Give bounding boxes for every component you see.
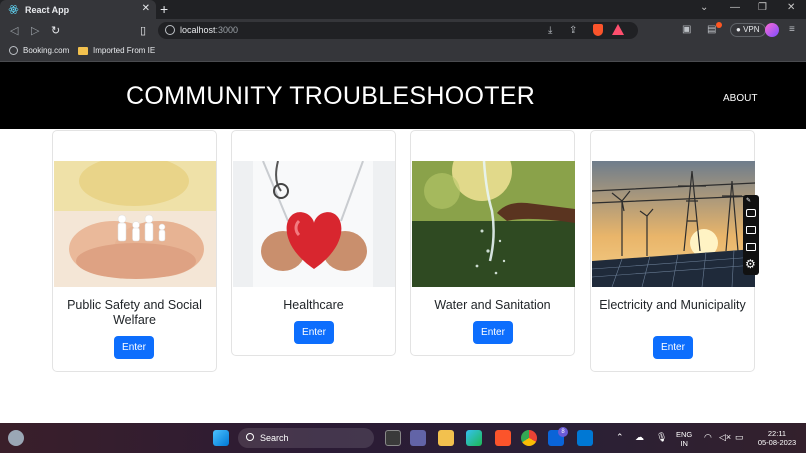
brave-rewards-icon[interactable]	[612, 24, 624, 35]
windows-taskbar: Search 8 ⌃ ☁ 🎙 ENG IN ◠ ◁× ▭ 22:11 05-08…	[0, 423, 806, 453]
vpn-label: VPN	[743, 25, 760, 34]
card-image-doctor-heart	[233, 161, 395, 287]
browser-tab-bar: React App ✕ + ⌄ — ❐ ✕	[0, 0, 806, 19]
url-host: localhost	[180, 25, 216, 35]
card-image-hands-family	[54, 161, 216, 287]
gear-icon[interactable]: ⚙	[745, 257, 756, 271]
screen-tool-panel: ✎ ⚙	[743, 195, 759, 275]
profile-avatar[interactable]	[765, 23, 779, 37]
react-icon	[8, 5, 19, 14]
globe-icon	[9, 46, 18, 55]
bookmark-booking[interactable]: Booking.com	[9, 46, 69, 55]
restore-icon[interactable]: ❐	[758, 2, 767, 13]
tray-chevron-icon[interactable]: ⌃	[616, 433, 624, 442]
reload-icon[interactable]: ↻	[51, 24, 60, 37]
card-title: Public Safety and Social Welfare	[67, 298, 202, 327]
minimize-icon[interactable]: —	[730, 2, 740, 13]
url-port: :3000	[215, 25, 239, 35]
language-indicator[interactable]: ENG IN	[676, 430, 692, 448]
brave-icon[interactable]	[495, 430, 511, 446]
card-public-safety: Public Safety and Social Welfare Enter	[52, 130, 217, 372]
edge-icon[interactable]	[466, 430, 482, 446]
new-tab-button[interactable]: +	[160, 1, 168, 17]
search-icon	[246, 433, 254, 441]
nav-about-link[interactable]: ABOUT	[723, 93, 757, 104]
enter-button[interactable]: Enter	[473, 321, 513, 344]
brave-shields-icon[interactable]	[593, 24, 603, 36]
battery-icon[interactable]: ▭	[735, 433, 744, 442]
lang-code: ENG	[676, 430, 693, 439]
tab-close-icon[interactable]: ✕	[142, 3, 150, 14]
gallery-icon[interactable]	[746, 243, 756, 251]
site-header: COMMUNITY TROUBLESHOOTER ABOUT	[0, 62, 806, 129]
site-title: COMMUNITY TROUBLESHOOTER	[126, 82, 536, 110]
address-bar[interactable]: localhost:3000 ⤓ ⇪	[158, 22, 638, 39]
install-app-icon[interactable]: ⤓	[548, 25, 552, 36]
url-text: localhost:3000	[180, 25, 238, 35]
enter-button[interactable]: Enter	[294, 321, 334, 344]
clock-time: 22:11	[767, 429, 787, 438]
card-title: Electricity and Municipality	[599, 298, 746, 312]
folder-icon	[78, 46, 88, 55]
start-icon[interactable]	[213, 430, 229, 446]
card-electricity-municipality: Electricity and Municipality Enter	[590, 130, 755, 372]
clock-date: 05-08-2023	[757, 438, 797, 447]
file-explorer-icon[interactable]	[438, 430, 454, 446]
card-image-water-stream	[412, 161, 575, 287]
card-image-solar-power	[592, 161, 755, 287]
camera-icon[interactable]	[746, 209, 756, 217]
card-title: Water and Sanitation	[434, 298, 551, 312]
back-icon[interactable]: ◁	[10, 24, 18, 37]
web-page: COMMUNITY TROUBLESHOOTER ABOUT Public Sa…	[0, 62, 806, 423]
microphone-icon[interactable]: 🎙	[656, 433, 667, 442]
bookmark-label: Booking.com	[23, 46, 70, 55]
enter-button[interactable]: Enter	[653, 336, 693, 359]
card-healthcare: Healthcare Enter	[231, 130, 396, 356]
mail-badge: 8	[558, 427, 568, 437]
chrome-icon[interactable]	[521, 430, 537, 446]
menu-icon[interactable]: ≡	[789, 24, 795, 35]
volume-icon[interactable]: ◁×	[719, 433, 731, 442]
wifi-icon[interactable]: ◠	[704, 433, 712, 442]
card-title: Healthcare	[283, 298, 344, 312]
tab-title: React App	[25, 4, 70, 15]
onedrive-icon[interactable]: ☁	[635, 433, 644, 442]
bookmark-label: Imported From IE	[93, 46, 156, 55]
browser-toolbar: ◁ ▷ ↻ ▯ localhost:3000 ⤓ ⇪ ▣ ▤ ● VPN ≡	[0, 19, 806, 42]
lang-region: IN	[680, 439, 688, 448]
browser-tab-active[interactable]: React App ✕	[0, 0, 156, 19]
teams-icon[interactable]	[410, 430, 426, 446]
notification-dot	[716, 22, 722, 28]
card-water-sanitation: Water and Sanitation Enter	[410, 130, 575, 356]
bookmark-icon[interactable]: ▯	[140, 24, 146, 37]
vscode-icon[interactable]	[577, 430, 593, 446]
search-placeholder: Search	[260, 433, 289, 443]
bookmark-imported-folder[interactable]: Imported From IE	[78, 46, 155, 55]
clock[interactable]: 22:11 05-08-2023	[752, 429, 802, 447]
close-window-icon[interactable]: ✕	[787, 2, 795, 13]
pen-icon[interactable]: ✎	[746, 197, 751, 204]
wallet-icon[interactable]: ▤	[707, 24, 716, 35]
vpn-button[interactable]: ● VPN	[730, 23, 766, 37]
task-view-icon[interactable]	[385, 430, 401, 446]
video-icon[interactable]	[746, 226, 756, 234]
weather-icon[interactable]	[8, 430, 24, 446]
sidebar-icon[interactable]: ▣	[682, 24, 691, 35]
enter-button[interactable]: Enter	[114, 336, 154, 359]
taskbar-search[interactable]: Search	[238, 428, 374, 448]
tab-search-chevron-icon[interactable]: ⌄	[700, 2, 708, 13]
site-info-icon[interactable]	[165, 25, 175, 35]
bookmarks-bar: Booking.com Imported From IE	[0, 42, 806, 62]
forward-icon[interactable]: ▷	[31, 24, 39, 37]
share-icon[interactable]: ⇪	[569, 25, 577, 36]
